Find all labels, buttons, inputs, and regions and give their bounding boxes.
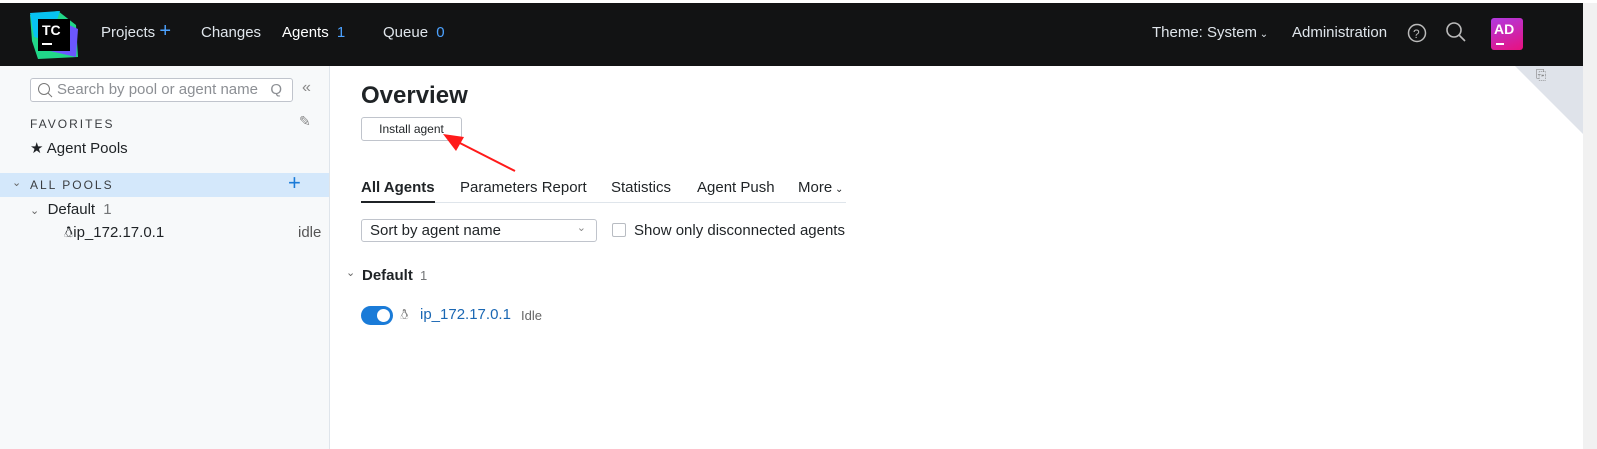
add-pool-icon[interactable]: + [288, 170, 301, 196]
group-name: Default [362, 267, 413, 284]
chevron-down-icon: ⌄ [30, 205, 40, 217]
tab-label: More [798, 179, 833, 196]
star-icon: ★ [30, 140, 44, 157]
favorite-label: Agent Pools [46, 140, 128, 157]
agent-name: ip_172.17.0.1 [73, 224, 165, 241]
search-shortcut-hint: Q [270, 81, 282, 98]
favorites-heading: FAVORITES [30, 117, 115, 131]
sidebar-agent[interactable]: 🐧︎ip_172.17.0.1 [64, 224, 164, 243]
chevron-down-icon: ⌄ [12, 177, 22, 189]
disconnected-checkbox[interactable] [612, 223, 626, 237]
chevron-down-icon: ⌄ [1257, 29, 1269, 40]
user-avatar[interactable]: AD [1491, 18, 1523, 50]
page-title: Overview [361, 82, 468, 109]
edit-pencil-icon[interactable]: ✎ [299, 113, 311, 130]
tab-more[interactable]: More ⌄ [798, 179, 843, 196]
agent-status: Idle [521, 308, 542, 323]
annotation-arrow [443, 134, 516, 172]
tab-statistics[interactable]: Statistics [611, 179, 671, 196]
nav-projects[interactable]: Projects + [101, 21, 171, 41]
nav-administration[interactable]: Administration [1292, 24, 1387, 41]
chevron-down-icon[interactable]: ⌄ [346, 266, 355, 279]
nav-agents[interactable]: Agents 1 [282, 24, 345, 41]
tab-all-agents[interactable]: All Agents [361, 179, 435, 203]
collapse-sidebar-icon[interactable]: « [302, 79, 311, 97]
sort-select[interactable]: Sort by agent name ⌄ [361, 219, 597, 242]
linux-icon: 🐧︎ [64, 224, 74, 241]
svg-text:?: ? [1413, 27, 1420, 41]
chevron-down-icon: ⌄ [832, 184, 844, 195]
feedback-icon[interactable]: ⎘ [1536, 67, 1546, 83]
disconnected-checkbox-label[interactable]: Show only disconnected agents [634, 222, 845, 239]
nav-label: Projects [101, 24, 156, 41]
agent-link[interactable]: ip_172.17.0.1 [420, 306, 511, 323]
top-navbar: TC Projects + Changes Agents 1 Queue 0 T… [0, 3, 1583, 66]
linux-icon: 🐧︎ [400, 306, 409, 322]
theme-selector[interactable]: Theme: System ⌄ [1152, 24, 1268, 41]
search-placeholder: Search by pool or agent name [57, 81, 258, 98]
favorite-agent-pools[interactable]: ★ Agent Pools [30, 139, 128, 157]
tab-agent-push[interactable]: Agent Push [697, 179, 775, 196]
pool-count: 1 [103, 201, 112, 218]
nav-changes[interactable]: Changes [201, 24, 261, 41]
help-icon[interactable]: ? [1407, 23, 1427, 47]
tab-parameters-report[interactable]: Parameters Report [460, 179, 587, 196]
teamcity-logo[interactable]: TC [30, 11, 78, 59]
sidebar: Search by pool or agent name Q « FAVORIT… [0, 66, 330, 449]
scrollbar[interactable] [1583, 3, 1597, 449]
chevron-down-icon: ⌄ [576, 222, 586, 234]
svg-text:TC: TC [42, 22, 61, 38]
plus-icon[interactable]: + [159, 20, 171, 42]
search-icon[interactable] [1445, 21, 1467, 47]
agent-tabs: All Agents Parameters Report Statistics … [361, 178, 846, 203]
agents-count: 1 [336, 24, 346, 41]
sort-value: Sort by agent name [370, 222, 501, 239]
all-pools-label: ALL POOLS [30, 178, 114, 192]
sidebar-search-input[interactable]: Search by pool or agent name Q [30, 78, 293, 102]
nav-queue[interactable]: Queue 0 [383, 24, 445, 41]
search-icon [37, 82, 53, 102]
pool-name: Default [47, 201, 96, 218]
corner-fold [1515, 66, 1583, 134]
nav-label: Queue [383, 24, 429, 41]
nav-label: Agents [282, 24, 329, 41]
queue-count: 0 [436, 24, 445, 41]
group-count: 1 [420, 268, 428, 283]
sidebar-pool-default[interactable]: ⌄ Default 1 [30, 201, 112, 218]
agent-status: idle [298, 224, 322, 241]
theme-label: Theme: System [1152, 24, 1258, 41]
agent-enabled-toggle[interactable] [361, 306, 393, 325]
sidebar-item-all-pools[interactable]: ⌄ ALL POOLS + [0, 170, 329, 197]
